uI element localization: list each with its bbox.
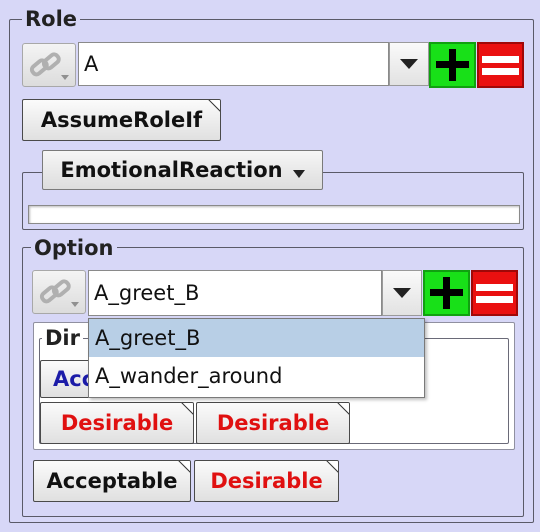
- desirable-button[interactable]: Desirable: [194, 460, 339, 502]
- role-legend: Role: [22, 7, 81, 31]
- option-legend: Option: [31, 236, 117, 260]
- dropdown-item-wander[interactable]: A_wander_around: [89, 357, 424, 395]
- assume-role-if-button[interactable]: AssumeRoleIf: [22, 99, 221, 141]
- option-combo-arrow[interactable]: [382, 270, 422, 316]
- desirable-label: Desirable: [210, 469, 323, 493]
- corner-fold-icon: [178, 461, 190, 473]
- triangle-down-icon: [400, 59, 418, 69]
- acceptable-button[interactable]: Acceptable: [33, 460, 191, 502]
- emotional-reaction-field[interactable]: [28, 205, 520, 224]
- desirable-inner-button-1[interactable]: Desirable: [40, 402, 194, 444]
- option-remove-button[interactable]: [471, 270, 518, 316]
- desirable-inner-button-2[interactable]: Desirable: [196, 402, 350, 444]
- desirable-inner-label-1: Desirable: [60, 411, 174, 435]
- chain-link-icon: [29, 52, 69, 80]
- triangle-down-icon: [393, 288, 411, 298]
- triangle-down-icon: [292, 170, 305, 178]
- role-combo-input[interactable]: A: [78, 42, 389, 86]
- minus-icon: [482, 56, 519, 75]
- dropdown-item-greet[interactable]: A_greet_B: [89, 319, 424, 357]
- role-remove-button[interactable]: [477, 42, 524, 88]
- acceptable-label: Acceptable: [46, 469, 178, 493]
- plus-icon: [430, 277, 463, 309]
- emotional-reaction-label: EmotionalReaction: [60, 158, 283, 182]
- role-link-button[interactable]: [22, 43, 76, 87]
- role-combo-arrow[interactable]: [389, 42, 429, 86]
- dir-legend: Dir: [42, 326, 83, 350]
- option-link-button[interactable]: [32, 270, 86, 314]
- corner-fold-icon: [181, 403, 193, 415]
- option-dropdown-list: A_greet_B A_wander_around: [88, 318, 425, 398]
- corner-fold-icon: [337, 403, 349, 415]
- corner-fold-icon: [326, 461, 338, 473]
- emotional-reaction-button[interactable]: EmotionalReaction: [42, 150, 323, 190]
- plus-icon: [436, 49, 469, 81]
- chain-link-icon: [39, 279, 79, 307]
- assume-role-if-label: AssumeRoleIf: [40, 108, 203, 132]
- role-add-button[interactable]: [429, 42, 476, 88]
- desirable-inner-label-2: Desirable: [216, 411, 330, 435]
- option-combo-input[interactable]: A_greet_B: [88, 270, 382, 316]
- minus-icon: [476, 284, 513, 303]
- option-add-button[interactable]: [423, 270, 470, 316]
- corner-fold-icon: [208, 100, 220, 112]
